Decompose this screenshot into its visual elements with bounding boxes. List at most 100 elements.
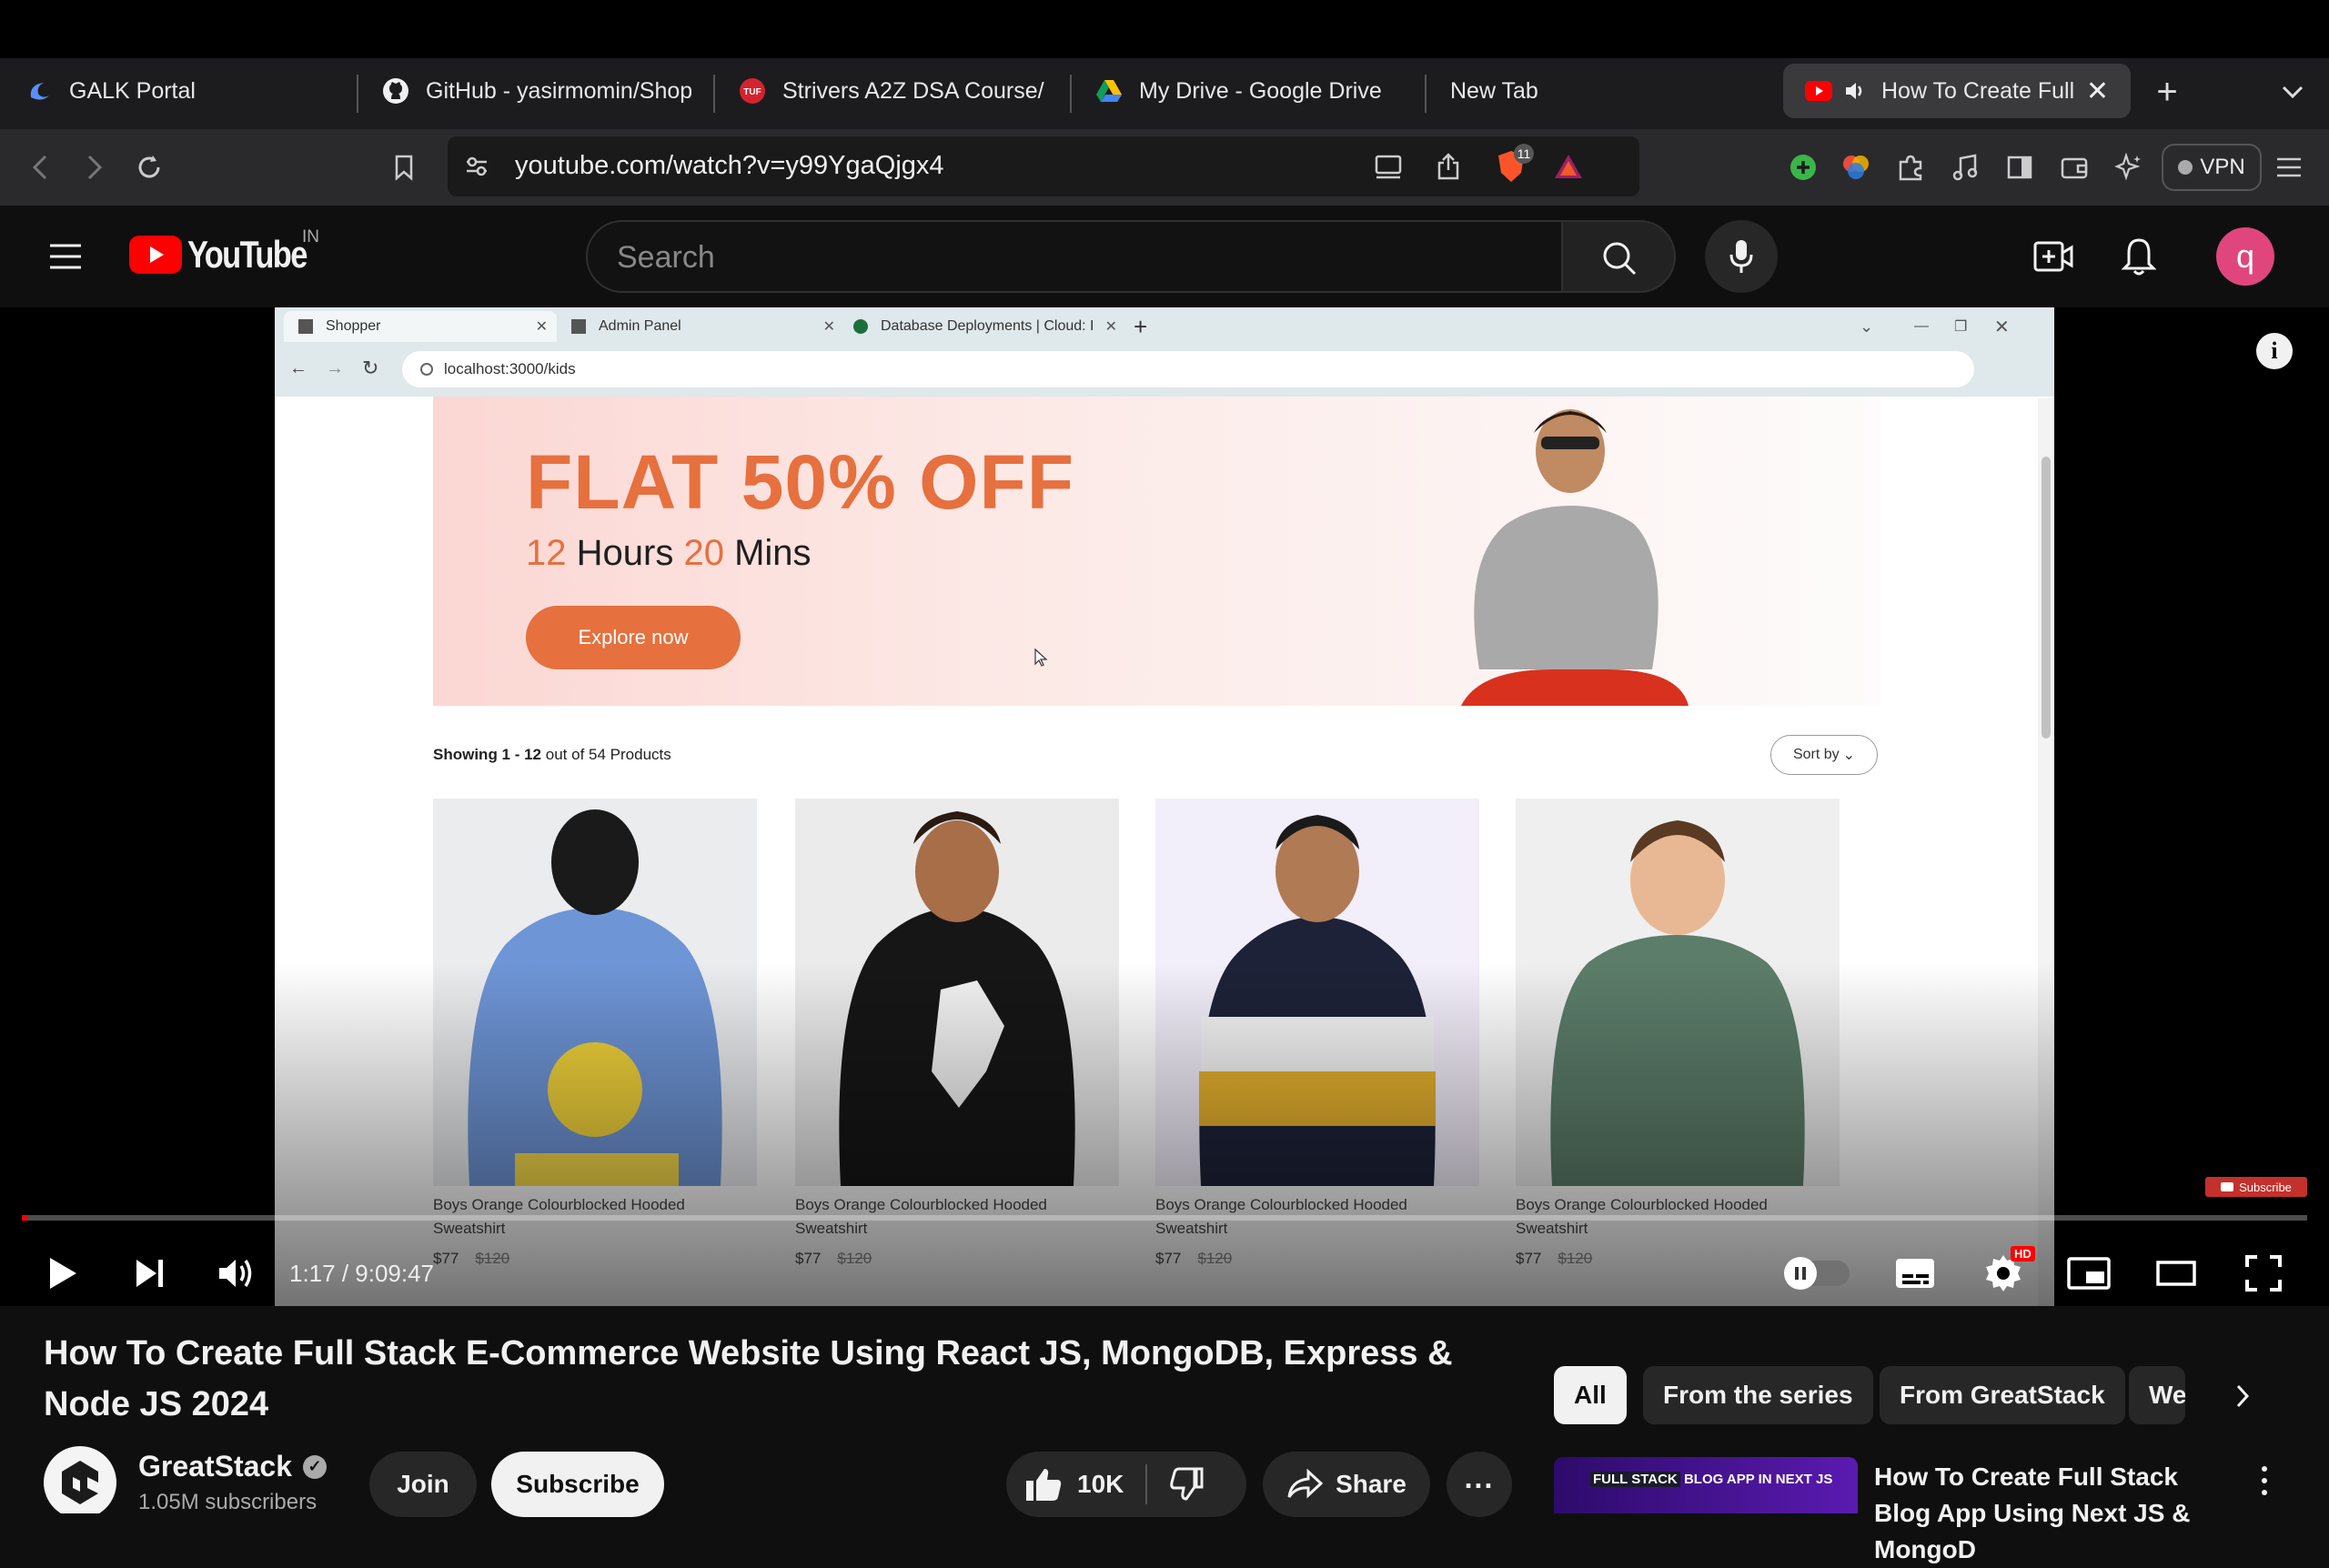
reload-icon[interactable]	[131, 147, 167, 187]
site-settings-icon[interactable]	[459, 147, 495, 186]
info-icon[interactable]: i	[2256, 333, 2293, 369]
forward-icon[interactable]	[76, 147, 113, 187]
region-label: IN	[302, 227, 319, 246]
url-text[interactable]: youtube.com/watch?v=y99YgaQjgx4	[515, 151, 944, 181]
new-tab-icon[interactable]: +	[2149, 69, 2185, 115]
vpn-button[interactable]: VPN	[2162, 144, 2262, 191]
chip-partial[interactable]: We	[2129, 1366, 2185, 1424]
recommended-title[interactable]: How To Create Full Stack Blog App Using …	[1874, 1459, 2238, 1568]
price-new: $77	[433, 1250, 459, 1267]
brave-shield-icon[interactable]: 11	[1488, 144, 1534, 189]
inner-tab-label: Database Deployments | Cloud: I	[881, 318, 1094, 334]
subscribe-watermark[interactable]: Subscribe	[2205, 1177, 2307, 1197]
inner-close-icon: ✕	[1104, 319, 1117, 335]
address-bar[interactable]: youtube.com/watch?v=y99YgaQjgx4 11	[448, 136, 1639, 196]
timer-hours: 12	[526, 533, 567, 573]
more-vertical-icon[interactable]	[2251, 1462, 2278, 1499]
channel-name-row[interactable]: GreatStack ✓	[138, 1450, 327, 1483]
hamburger-menu-icon[interactable]	[44, 236, 87, 276]
video-frame-webpage: Shopper ✕ Admin Panel ✕ Database Deploym…	[275, 307, 2054, 1306]
inner-reload-icon: ↻	[362, 357, 379, 379]
inner-tab-database: Database Deployments | Cloud: I ✕	[853, 311, 1117, 342]
create-video-icon[interactable]	[2029, 233, 2078, 280]
join-button[interactable]: Join	[369, 1452, 477, 1517]
extension-color-icon[interactable]	[1838, 149, 1874, 186]
play-button[interactable]	[40, 1244, 86, 1302]
pause-icon	[1784, 1257, 1817, 1290]
thumbs-up-icon	[1026, 1469, 1062, 1501]
tab-label: New Tab	[1450, 77, 1538, 104]
thumbnail-text: FULL STACK BLOG APP IN NEXT JS	[1590, 1472, 1832, 1487]
chips-next-icon[interactable]	[2220, 1373, 2265, 1419]
chevron-down-icon[interactable]	[2274, 69, 2311, 115]
close-tab-icon[interactable]: ✕	[2086, 75, 2109, 107]
browser-tab-galk[interactable]: GALK Portal	[25, 64, 353, 118]
price-old: $120	[475, 1250, 510, 1267]
price-old: $120	[837, 1250, 872, 1267]
like-button[interactable]: 10K	[1024, 1466, 1124, 1503]
chip-from-greatstack[interactable]: From GreatStack	[1880, 1366, 2125, 1424]
miniplayer-button[interactable]	[2065, 1244, 2112, 1302]
browser-tab-youtube-active[interactable]: How To Create Full ✕	[1783, 64, 2131, 118]
voice-search-button[interactable]	[1705, 220, 1778, 293]
next-video-button[interactable]	[127, 1244, 173, 1302]
browser-tab-striver[interactable]: TUF Strivers A2Z DSA Course/	[739, 64, 1048, 118]
wallet-icon[interactable]	[2056, 149, 2092, 186]
search-input[interactable]: Search	[586, 220, 1563, 293]
microphone-icon	[1721, 235, 1761, 278]
more-actions-button[interactable]: ...	[1447, 1452, 1512, 1517]
extensions-puzzle-icon[interactable]	[1892, 149, 1929, 186]
channel-name[interactable]: GreatStack	[138, 1450, 292, 1483]
autoplay-toggle[interactable]	[1784, 1244, 1850, 1302]
music-note-icon[interactable]	[1947, 149, 1983, 186]
youtube-logo-icon	[129, 236, 182, 274]
speaker-icon[interactable]	[1841, 77, 1869, 105]
channel-avatar[interactable]	[44, 1446, 116, 1513]
recommended-thumbnail[interactable]: FULL STACK BLOG APP IN NEXT JS	[1554, 1457, 1858, 1513]
cast-icon[interactable]	[1370, 147, 1406, 186]
leo-ai-icon[interactable]	[2111, 149, 2147, 186]
share-icon[interactable]	[1430, 147, 1467, 186]
theater-mode-button[interactable]	[2153, 1244, 2200, 1302]
search-button[interactable]	[1561, 220, 1676, 293]
notifications-bell-icon[interactable]	[2116, 233, 2162, 280]
product-price: $77 $120	[795, 1250, 872, 1268]
dislike-button[interactable]	[1169, 1467, 1205, 1502]
sidebar-toggle-icon[interactable]	[2001, 149, 2038, 186]
progress-bar[interactable]	[22, 1215, 2307, 1221]
tab-divider	[1425, 75, 1427, 113]
inner-scrollbar	[2038, 398, 2054, 1306]
tuf-icon: TUF	[739, 77, 766, 105]
back-icon[interactable]	[22, 147, 58, 187]
inner-maximize-icon: ❐	[1954, 319, 1968, 335]
browser-toolbar: youtube.com/watch?v=y99YgaQjgx4 11 VPN	[0, 129, 2329, 206]
browser-tab-newtab[interactable]: New Tab	[1450, 64, 1723, 118]
brave-rewards-icon[interactable]	[1550, 147, 1587, 186]
fullscreen-button[interactable]	[2240, 1244, 2287, 1302]
galk-icon	[25, 77, 53, 105]
settings-button[interactable]: HD	[1978, 1244, 2035, 1302]
inner-info-icon	[420, 363, 433, 376]
extension-add-icon[interactable]	[1785, 149, 1821, 186]
video-player[interactable]: Shopper ✕ Admin Panel ✕ Database Deploym…	[0, 307, 2329, 1306]
browser-tab-drive[interactable]: My Drive - Google Drive	[1095, 64, 1414, 118]
shopper-favicon-icon	[298, 319, 313, 334]
share-button[interactable]: Share	[1263, 1452, 1430, 1517]
browser-tab-github[interactable]: GitHub - yasirmomin/Shop	[382, 64, 691, 118]
menu-icon[interactable]	[2269, 149, 2309, 186]
inner-close-icon: ✕	[822, 319, 835, 335]
like-divider	[1145, 1464, 1148, 1504]
subtitles-button[interactable]	[1892, 1244, 1938, 1302]
user-avatar[interactable]: q	[2216, 227, 2274, 286]
subscribe-button[interactable]: Subscribe	[491, 1452, 664, 1517]
inner-tab-admin: Admin Panel ✕	[571, 311, 835, 342]
chip-all[interactable]: All	[1554, 1366, 1627, 1424]
tab-label: GALK Portal	[69, 77, 196, 104]
shield-count-badge: 11	[1514, 144, 1534, 164]
search-icon	[1599, 238, 1639, 278]
youtube-logo[interactable]: YouTube IN	[129, 227, 332, 276]
play-icon	[50, 1258, 76, 1289]
mute-button[interactable]	[213, 1244, 258, 1302]
chip-from-the-series[interactable]: From the series	[1643, 1366, 1873, 1424]
bookmark-icon[interactable]	[386, 147, 422, 187]
